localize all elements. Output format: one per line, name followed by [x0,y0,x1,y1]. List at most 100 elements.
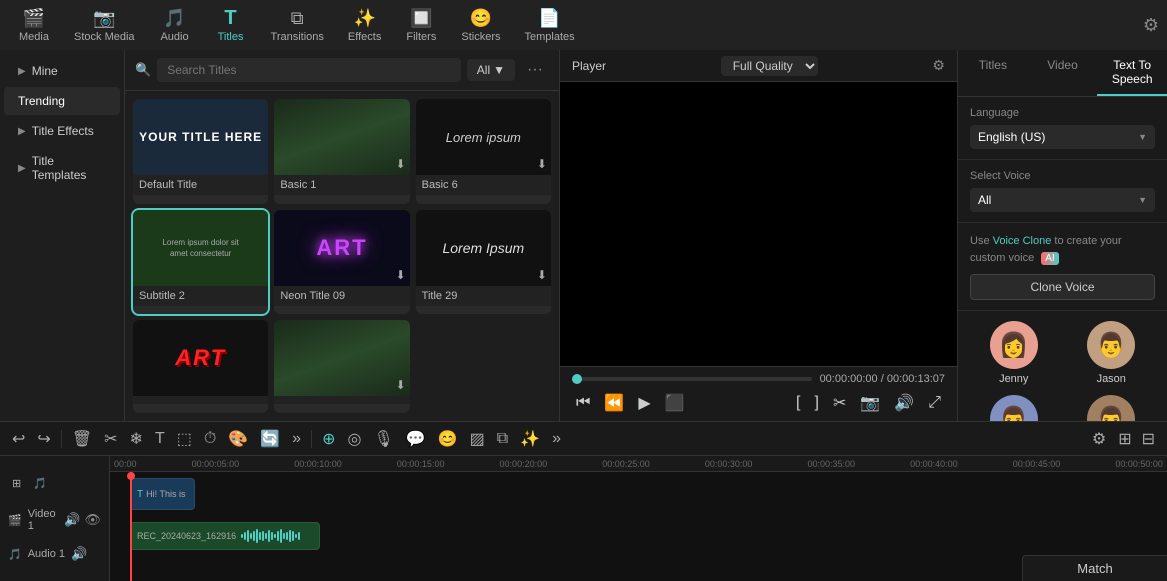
crop-button[interactable]: ⬚ [173,427,196,451]
add-track-button[interactable]: ⊕ [318,427,339,451]
nav-stickers[interactable]: 😊 Stickers [451,3,510,47]
volume-button[interactable]: 🔊 [890,391,918,415]
mark-avatar: 👨 [990,395,1038,421]
sidebar-item-trending[interactable]: Trending [4,87,120,115]
delete-button[interactable]: 🗑 [68,427,96,451]
card-preview-default: YOUR TITLE HERE [133,99,268,175]
filters-icon: 🔲 [410,7,432,29]
fullscreen-preview-button[interactable]: ⬛ [661,391,689,415]
voice-clone-link[interactable]: Voice Clone [993,235,1052,247]
mark-out-button[interactable]: ] [810,392,822,414]
language-select[interactable]: English (US) [970,125,1155,149]
undo-button[interactable]: ↩ [8,427,29,451]
chevron-right-icon: ▶ [18,66,26,77]
add-audio-button[interactable]: 🎵 [29,475,51,492]
effect-tl-button[interactable]: ✨ [516,427,544,451]
skip-back-button[interactable]: ⏮ [572,392,594,414]
avatar-mark[interactable]: 👨 Mark [970,395,1058,421]
audio1-controls: 🔊 [71,546,87,562]
nav-audio[interactable]: 🎵 Audio [149,3,201,47]
freeze-button[interactable]: ❄ [126,427,147,451]
filter-button[interactable]: All ▼ [467,59,515,81]
title-card-title29[interactable]: Lorem Ipsum ⬇ Title 29 [416,210,551,315]
transition-tl-button[interactable]: ⧉ [493,428,512,450]
player-screen [560,82,957,366]
mark-in-button[interactable]: [ [792,392,804,414]
more-options-button[interactable]: ··· [521,59,549,81]
match-button-area: Match [1022,555,1167,581]
nav-titles[interactable]: T Titles [205,3,257,47]
avatar-jenny[interactable]: 👩 Jenny [970,321,1058,385]
split-button[interactable]: ✂ [829,391,850,415]
more-tools-button[interactable]: » [288,428,305,450]
nav-media[interactable]: 🎬 Media [8,3,60,47]
avatar-bob[interactable]: 👨 Bob [1068,395,1156,421]
title-card-red-art[interactable]: ART [133,320,268,413]
tab-titles[interactable]: Titles [958,50,1028,96]
templates-icon: 📄 [539,7,561,29]
nav-filters[interactable]: 🔲 Filters [395,3,447,47]
media-icon: 🎬 [23,7,45,29]
nav-transitions[interactable]: ⧉ Transitions [261,3,334,47]
avatar-jason[interactable]: 👨 Jason [1068,321,1156,385]
sidebar-item-title-templates[interactable]: ▶ Title Templates [4,147,120,189]
voice-clone-section: Use Voice Clone to create your custom vo… [958,223,1167,311]
titles-icon: T [220,7,242,29]
search-input[interactable] [157,58,461,82]
step-back-button[interactable]: ⏪ [600,391,628,415]
nav-templates[interactable]: 📄 Templates [514,3,584,47]
list-view-button[interactable]: ⊞ [1114,427,1135,451]
tab-video[interactable]: Video [1028,50,1098,96]
title-card-forest2[interactable]: ⬇ [274,320,409,413]
voice-select[interactable]: All [970,188,1155,212]
play-button[interactable]: ▶ [634,391,654,415]
sidebar-item-title-effects[interactable]: ▶ Title Effects [4,117,120,145]
video1-eye-button[interactable]: 👁 [84,512,101,528]
card-preview-forest2: ⬇ [274,320,409,396]
screenshot-button[interactable]: 📷 [856,391,884,415]
redo-button[interactable]: ↪ [33,427,54,451]
progress-bar[interactable] [572,377,812,381]
audio-waveform [240,528,313,544]
color-button[interactable]: 🎨 [224,427,252,451]
title-card-neon09[interactable]: ART ⬇ Neon Title 09 [274,210,409,315]
add-video-button[interactable]: ⊞ [8,475,25,492]
video1-mute-button[interactable]: 🔊 [64,512,80,528]
right-panel: Titles Video Text To Speech Language Eng… [957,50,1167,421]
title-card-subtitle2[interactable]: Lorem ipsum dolor sitamet consectetur Su… [133,210,268,315]
player-settings-icon[interactable]: ⚙ [932,57,945,74]
audio1-mute-button[interactable]: 🔊 [71,546,87,562]
tab-tts[interactable]: Text To Speech [1097,50,1167,96]
title-card-basic6[interactable]: Lorem ipsum ⬇ Basic 6 [416,99,551,204]
title-clip[interactable]: T Hi! This is a ... [130,478,195,510]
settings-icon[interactable]: ⚙ [1143,15,1159,36]
nav-effects[interactable]: ✨ Effects [338,3,391,47]
voice-button[interactable]: 🎙 [369,427,397,451]
toolbar-separator-1 [61,430,62,448]
reverse-button[interactable]: 🔄 [256,427,284,451]
download-icon-4: ⬇ [537,268,547,282]
speed-button[interactable]: ⏱ [200,428,220,450]
grid-view-button[interactable]: ⊟ [1138,427,1159,451]
overlay-button[interactable]: ▨ [466,427,489,451]
text-button[interactable]: T [151,428,169,450]
tracks-content: 00:00 00:00:05:00 00:00:10:00 00:00:15:0… [110,456,1167,581]
select-voice-label: Select Voice [970,170,1155,182]
more-button[interactable]: ⤢ [924,392,945,414]
clone-voice-button[interactable]: Clone Voice [970,274,1155,300]
more-tl-button[interactable]: » [548,428,565,450]
quality-select[interactable]: Full Quality [721,56,818,76]
subtitle-button[interactable]: 💬 [402,427,430,451]
stabilize-button[interactable]: ◎ [343,427,365,451]
sidebar-item-mine[interactable]: ▶ Mine [4,57,120,85]
player-area: Player Full Quality ⚙ 00:00:00:00 / [560,50,957,421]
sticker-tl-button[interactable]: 😊 [434,427,462,451]
timeline-settings-button[interactable]: ⚙ [1088,427,1110,451]
title-card-default[interactable]: YOUR TITLE HERE Default Title [133,99,268,204]
audio-clip[interactable]: REC_20240623_162916 [130,522,320,550]
video1-controls: 🔊 👁 [64,512,101,528]
title-card-basic1[interactable]: ⬇ Basic 1 [274,99,409,204]
cut-button[interactable]: ✂ [100,427,121,451]
nav-stock-media[interactable]: 📷 Stock Media [64,3,145,47]
match-button[interactable]: Match [1023,556,1167,581]
